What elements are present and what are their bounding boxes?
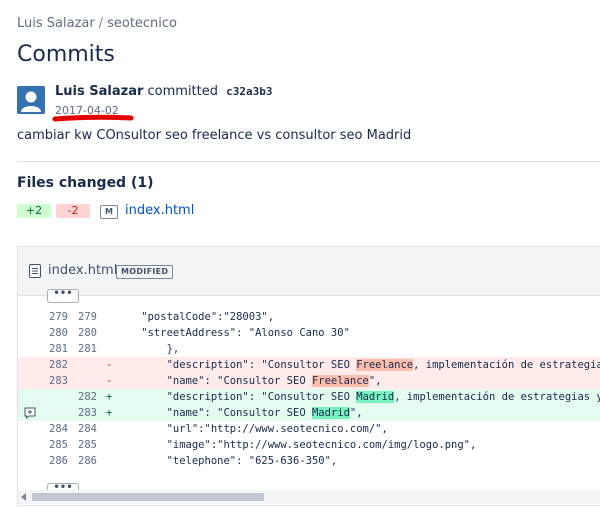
horizontal-scrollbar[interactable] (18, 490, 600, 504)
new-line-number[interactable]: 281 (73, 341, 97, 357)
commit-summary: Luis Salazar committed c32a3b3 (55, 84, 273, 99)
old-line-number[interactable]: 280 (44, 325, 68, 341)
breadcrumb-repo-link[interactable]: seotecnico (107, 16, 177, 31)
code-text: "streetAddress": "Alonso Cano 30" (116, 325, 350, 341)
code-segment: }, (116, 343, 180, 355)
new-line-number[interactable]: 285 (73, 437, 97, 453)
changed-word-highlight: Madrid (311, 407, 350, 419)
file-icon (29, 264, 41, 278)
new-line-number[interactable]: 284 (73, 421, 97, 437)
old-line-number[interactable]: 284 (44, 421, 68, 437)
code-segment: "description": "Consultor SEO (116, 391, 357, 403)
changed-word-highlight: Madrid (356, 391, 395, 403)
code-text: "url":"http://www.seotecnico.com/", (116, 421, 388, 437)
code-text: "name": "Consultor SEO Freelance", (116, 373, 382, 389)
diff-panel-header: index.html MODIFIED (18, 247, 600, 296)
code-text: "image":"http://www.seotecnico.com/img/l… (116, 437, 477, 453)
code-segment: , implementación de estrategias y (394, 391, 600, 403)
code-segment: ", (349, 407, 363, 419)
new-line-number[interactable]: 286 (73, 453, 97, 469)
old-line-number[interactable]: 286 (44, 453, 68, 469)
code-segment: "postalCode":"28003", (116, 311, 275, 323)
diff-line: 279 279 "postalCode":"28003", (18, 309, 600, 325)
old-line-number[interactable]: 282 (44, 357, 68, 373)
diff-line: 282 - "description": "Consultor SEO Freel… (18, 357, 600, 373)
diff-sign: + (106, 391, 113, 403)
old-line-number[interactable]: 283 (44, 373, 68, 389)
commit-verb: committed (147, 84, 218, 99)
diff-line: 281 281 }, (18, 341, 600, 357)
breadcrumb-owner-link[interactable]: Luis Salazar (17, 16, 95, 31)
diff-line: 283 + "name": "Consultor SEO Madrid", (18, 405, 600, 421)
expand-context-top-button[interactable]: ••• (47, 289, 79, 303)
scrollbar-thumb[interactable] (32, 493, 264, 501)
new-line-number[interactable]: 280 (73, 325, 97, 341)
modified-status-badge: M (100, 205, 118, 219)
lines-removed-badge: -2 (56, 204, 90, 218)
diff-line: 284 284 "url":"http://www.seotecnico.com/… (18, 421, 600, 437)
code-segment: , implementación de estrategias (413, 359, 600, 371)
lines-added-badge: +2 (17, 204, 51, 218)
old-line-number[interactable]: 281 (44, 341, 68, 357)
code-segment: "telephone": "625-636-350", (116, 455, 338, 467)
diff-line: 280 280 "streetAddress": "Alonso Cano 30" (18, 325, 600, 341)
files-changed-title: Files changed (1) (17, 175, 154, 191)
commit-message: cambiar kw COnsultor seo freelance vs co… (17, 128, 412, 143)
code-segment: "image":"http://www.seotecnico.com/img/l… (116, 439, 477, 451)
new-line-number[interactable]: 279 (73, 309, 97, 325)
diff-sign: - (106, 375, 113, 387)
diff-sign: - (106, 359, 113, 371)
changed-word-highlight: Freelance (311, 375, 369, 387)
user-avatar-icon[interactable] (17, 86, 45, 114)
code-text: "description": "Consultor SEO Freelance,… (116, 357, 600, 373)
commit-author[interactable]: Luis Salazar (55, 84, 143, 99)
code-segment: "streetAddress": "Alonso Cano 30" (116, 327, 350, 339)
diff-line: 283 - "name": "Consultor SEO Freelance", (18, 373, 600, 389)
diff-sign: + (106, 407, 113, 419)
new-line-number[interactable]: 282 (73, 389, 97, 405)
breadcrumb: Luis Salazar / seotecnico (17, 16, 177, 31)
code-segment: ", (368, 375, 382, 387)
changed-file-link[interactable]: index.html (125, 203, 194, 218)
code-text: "postalCode":"28003", (116, 309, 274, 325)
old-line-number[interactable]: 279 (44, 309, 68, 325)
diff-panel: index.html MODIFIED ••• 279 279 "postalCo… (17, 246, 600, 506)
diff-status-badge: MODIFIED (116, 265, 174, 279)
code-segment: "url":"http://www.seotecnico.com/", (116, 423, 388, 435)
diff-lines: 279 279 "postalCode":"28003", 280 280 "stre… (18, 309, 600, 469)
add-comment-icon[interactable] (24, 407, 36, 419)
scroll-left-arrow-icon[interactable] (21, 493, 26, 501)
code-text: "telephone": "625-636-350", (116, 453, 338, 469)
section-divider (17, 161, 600, 162)
diff-line: 285 285 "image":"http://www.seotecnico.co… (18, 437, 600, 453)
code-text: "name": "Consultor SEO Madrid", (116, 405, 363, 421)
code-text: "description": "Consultor SEO Madrid, im… (116, 389, 600, 405)
code-segment: "name": "Consultor SEO (116, 375, 312, 387)
commit-hash[interactable]: c32a3b3 (226, 85, 272, 98)
diff-file-name[interactable]: index.html (48, 263, 117, 278)
new-line-number[interactable]: 283 (73, 405, 97, 421)
changed-word-highlight: Freelance (356, 359, 414, 371)
diff-line: 286 286 "telephone": "625-636-350", (18, 453, 600, 469)
diff-line: 282 + "description": "Consultor SEO Madri… (18, 389, 600, 405)
old-line-number[interactable]: 285 (44, 437, 68, 453)
code-segment: "name": "Consultor SEO (116, 407, 312, 419)
code-segment: "description": "Consultor SEO (116, 359, 357, 371)
code-text: }, (116, 341, 180, 357)
breadcrumb-separator: / (98, 16, 104, 31)
page-title: Commits (17, 42, 115, 67)
red-underline-annotation (52, 114, 134, 122)
